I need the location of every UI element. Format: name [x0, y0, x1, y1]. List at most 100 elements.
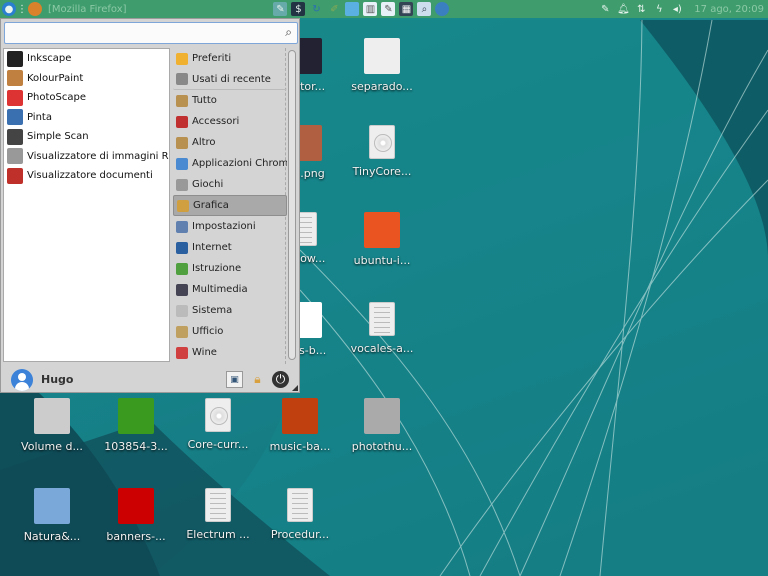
- file-icon: [34, 488, 70, 524]
- category-label: Sistema: [192, 305, 233, 316]
- desktop-icon[interactable]: 103854-3...: [96, 398, 176, 453]
- search-input[interactable]: ⌕: [4, 22, 298, 44]
- bell-icon[interactable]: 🔔︎: [616, 2, 630, 16]
- thunderbird-icon[interactable]: [435, 2, 450, 16]
- category-icon: [176, 73, 188, 85]
- app-item[interactable]: Simple Scan: [4, 127, 169, 147]
- notes-tray-icon[interactable]: ✎: [598, 2, 612, 16]
- category-item[interactable]: Wine: [173, 342, 287, 363]
- desktop-icon-label: Procedur...: [270, 528, 330, 541]
- notes-icon[interactable]: ✎: [381, 2, 396, 16]
- desktop-icon[interactable]: music-ba...: [260, 398, 340, 453]
- category-label: Multimedia: [192, 284, 248, 295]
- category-item[interactable]: Altro: [173, 132, 287, 153]
- firefox-icon[interactable]: [28, 2, 42, 16]
- lock-screen-button[interactable]: 🔒︎: [249, 371, 266, 388]
- category-item[interactable]: Accessori: [173, 111, 287, 132]
- logout-button[interactable]: ⏻: [272, 371, 289, 388]
- refresh-icon[interactable]: ↻: [309, 2, 323, 16]
- desktop-icon[interactable]: Volume d...: [12, 398, 92, 453]
- file-icon: [118, 488, 154, 524]
- category-label: Ufficio: [192, 326, 224, 337]
- app-icon: [7, 128, 23, 145]
- terminal-icon[interactable]: $: [291, 2, 306, 16]
- desktop-icon[interactable]: ubuntu-i...: [342, 212, 422, 267]
- menu-icon[interactable]: ●: [2, 2, 16, 16]
- category-icon: [176, 136, 188, 149]
- app-label: Simple Scan: [27, 131, 89, 143]
- category-label: Grafica: [193, 200, 229, 211]
- desktop-icon-label: Electrum ...: [186, 528, 250, 541]
- app-item[interactable]: Visualizzatore di immagini Ris...: [4, 147, 169, 167]
- category-list: Preferiti Usati di recente Tutto Accessori A…: [173, 48, 287, 364]
- brush-icon[interactable]: ✐: [327, 2, 341, 16]
- category-item[interactable]: Istruzione: [173, 258, 287, 279]
- active-window-title[interactable]: [Mozilla Firefox]: [48, 4, 127, 15]
- category-item[interactable]: Giochi: [173, 174, 287, 195]
- avatar-icon: [11, 368, 33, 391]
- power-icon[interactable]: ϟ: [652, 2, 666, 16]
- category-icon: [176, 94, 188, 107]
- category-label: Impostazioni: [192, 221, 256, 232]
- category-item[interactable]: Preferiti: [173, 48, 287, 69]
- category-label: Preferiti: [192, 53, 232, 64]
- category-item[interactable]: Ufficio: [173, 321, 287, 342]
- search-icon: ⌕: [285, 25, 292, 39]
- app-item[interactable]: Pinta: [4, 108, 169, 128]
- app-item[interactable]: PhotoScape: [4, 88, 169, 108]
- resize-grip[interactable]: [292, 385, 298, 391]
- file-icon: [364, 38, 400, 74]
- text-editor-icon[interactable]: ✎: [273, 2, 288, 16]
- category-item[interactable]: Applicazioni Chromium: [173, 153, 287, 174]
- category-label: Istruzione: [192, 263, 242, 274]
- calculator-icon[interactable]: ▦: [399, 2, 414, 16]
- desktop-icon-label: separado...: [351, 80, 413, 93]
- category-label: Applicazioni Chromium: [192, 158, 287, 169]
- category-item[interactable]: Impostazioni: [173, 216, 287, 237]
- file-icon: [118, 398, 154, 434]
- file-icon: [205, 398, 231, 432]
- window-icon[interactable]: [345, 2, 360, 16]
- volume-icon[interactable]: ◂): [670, 2, 684, 16]
- clock[interactable]: 17 ago, 20:09: [694, 4, 764, 15]
- category-scrollbar[interactable]: [288, 50, 296, 360]
- desktop-icon[interactable]: separado...: [342, 38, 422, 93]
- desktop-icon-label: TinyCore...: [352, 165, 412, 178]
- desktop-icon-label: photothu...: [351, 440, 413, 453]
- app-item[interactable]: Visualizzatore documenti: [4, 166, 169, 186]
- taskbar: ● ⋮ [Mozilla Firefox] ✎ $ ↻ ✐ ▥ ✎ ▦ ⌕ ✎ …: [0, 0, 768, 18]
- desktop-icon-label: Natura&...: [23, 530, 81, 543]
- category-label: Giochi: [192, 179, 224, 190]
- desktop-icon[interactable]: Natura&...: [12, 488, 92, 543]
- desktop-icon[interactable]: Procedur...: [260, 488, 340, 541]
- desktop-icon[interactable]: TinyCore...: [342, 125, 422, 178]
- app-item[interactable]: KolourPaint: [4, 69, 169, 89]
- category-item[interactable]: Sistema: [173, 300, 287, 321]
- settings-manager-button[interactable]: ▣: [226, 371, 243, 388]
- search-files-icon[interactable]: ⌕: [417, 2, 432, 16]
- category-item[interactable]: Multimedia: [173, 279, 287, 300]
- category-item[interactable]: Usati di recente: [173, 69, 287, 90]
- category-item[interactable]: Internet: [173, 237, 287, 258]
- file-icon: [364, 212, 400, 248]
- spreadsheet-icon[interactable]: ▥: [363, 2, 378, 16]
- desktop-icon-label: music-ba...: [269, 440, 331, 453]
- desktop-icon[interactable]: Electrum ...: [178, 488, 258, 541]
- desktop-icon[interactable]: banners-...: [96, 488, 176, 543]
- category-label: Usati di recente: [192, 73, 271, 85]
- desktop-icon[interactable]: vocales-a...: [342, 302, 422, 355]
- category-icon: [176, 262, 188, 275]
- category-item[interactable]: Tutto: [173, 90, 287, 111]
- category-item[interactable]: Grafica: [173, 195, 287, 216]
- app-label: Pinta: [27, 111, 52, 123]
- file-icon: [205, 488, 231, 522]
- desktop-icon[interactable]: Core-curr...: [178, 398, 258, 451]
- app-list: Inkscape KolourPaint PhotoScape Pinta Simple…: [3, 48, 170, 362]
- network-icon[interactable]: ⇅: [634, 2, 648, 16]
- user-name: Hugo: [41, 373, 74, 386]
- app-icon: [7, 50, 23, 67]
- desktop-icon[interactable]: photothu...: [342, 398, 422, 453]
- app-item[interactable]: Inkscape: [4, 49, 169, 69]
- category-label: Tutto: [192, 95, 217, 106]
- desktop-icon-label: Core-curr...: [187, 438, 249, 451]
